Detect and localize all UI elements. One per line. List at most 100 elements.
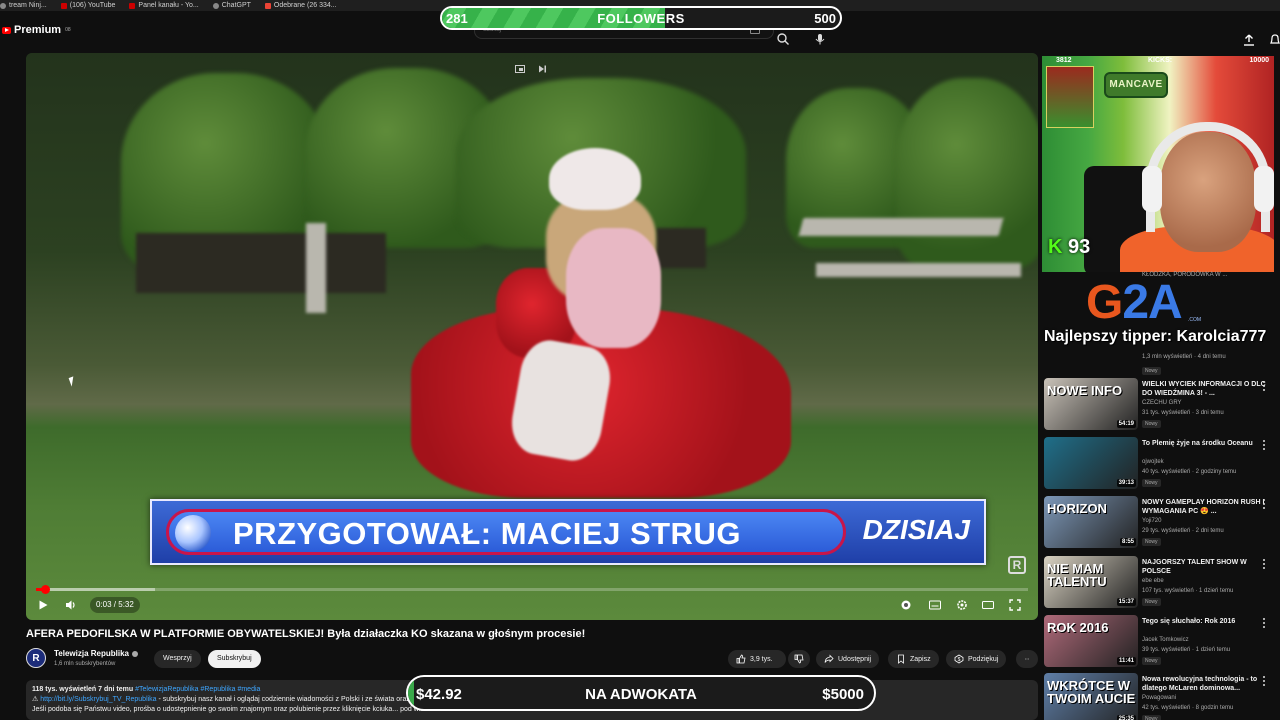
dislike-button[interactable] [788, 650, 810, 668]
channel-name[interactable]: Telewizja Republika [54, 649, 138, 658]
support-button[interactable]: Wesprzyj [154, 650, 201, 668]
recommendation-thumbnail[interactable]: 39:13 [1044, 437, 1138, 489]
settings-gear-icon[interactable] [955, 598, 969, 612]
more-actions-button[interactable] [1016, 650, 1038, 668]
recommendation-meta: 107 tys. wyświetleń · 1 dzień temu [1142, 588, 1234, 594]
scrubber-handle[interactable] [40, 585, 50, 594]
video-duration: 8:55 [1119, 538, 1136, 546]
subtitles-icon[interactable] [928, 598, 942, 612]
play-icon[interactable] [36, 598, 50, 612]
recommendation-meta: 29 tys. wyświetleń · 2 dni temu [1142, 528, 1224, 534]
time-display: 0:03 / 5:32 [90, 597, 140, 613]
upload-icon[interactable] [1242, 33, 1256, 47]
more-vertical-icon[interactable] [1262, 559, 1266, 571]
recommendation-channel[interactable]: ebe ebe [1142, 578, 1164, 584]
channel-watermark: R [1008, 556, 1026, 574]
volume-icon[interactable] [64, 598, 78, 612]
like-count: 3,9 tys. [750, 655, 773, 663]
fullscreen-icon[interactable] [1008, 598, 1022, 612]
recommendation-channel[interactable]: CZECHU GRY [1142, 400, 1182, 406]
bookmark-gmail[interactable]: Odebrane (26 334... [264, 2, 337, 9]
recommendation-item[interactable]: ROK 2016 11:41 Tego się słuchało: Rok 2016… [1044, 615, 1280, 671]
recommendation-item[interactable]: WKRÓTCE W TWOIM AUCIE 25:35 Nowa rewolucyj… [1044, 673, 1280, 720]
more-vertical-icon[interactable] [1262, 676, 1266, 688]
recommendation-thumbnail[interactable]: NIE MAM TALENTU 15:37 [1044, 556, 1138, 608]
recommendation-channel[interactable]: Powagowani [1142, 695, 1176, 701]
g2a-domain: .COM [1188, 317, 1202, 323]
hashtags[interactable]: #TelewizjaRepublika #Republika #media [135, 686, 260, 693]
recommendation-title[interactable]: NOWY GAMEPLAY HORIZON RUSH I WYMAGANIA P… [1142, 498, 1266, 516]
youtube-studio-icon [129, 2, 136, 9]
video-duration: 39:13 [1116, 479, 1136, 487]
microphone-icon[interactable] [813, 32, 827, 46]
like-button[interactable]: 3,9 tys. [728, 650, 786, 668]
lower-third-text: PRZYGOTOWAŁ: MACIEJ STRUG [233, 516, 741, 551]
recommendation-channel[interactable]: Yoji720 [1142, 518, 1161, 524]
recommendation-title[interactable]: Nowa rewolucyjna technologia - to dlateg… [1142, 675, 1266, 693]
recommendation-item[interactable]: HORIZON 8:55 NOWY GAMEPLAY HORIZON RUSH I … [1044, 496, 1280, 552]
more-vertical-icon[interactable] [1262, 618, 1266, 630]
kick-viewer-badge: K 93 [1048, 236, 1091, 258]
recommendation-thumbnail[interactable]: ROK 2016 11:41 [1044, 615, 1138, 667]
recommendation-title[interactable]: To Plemię żyje na środku Oceanu [1142, 439, 1266, 448]
autoplay-toggle-icon[interactable] [899, 598, 913, 612]
super-thanks-icon: $ [954, 654, 964, 664]
headphones [1146, 122, 1270, 232]
thumbnail-overlay-text: NOWE INFO [1047, 383, 1123, 398]
progress-bar[interactable] [36, 585, 1028, 594]
thumbs-up-icon [736, 654, 746, 664]
headphone-cup [1254, 166, 1274, 212]
child-shirt [566, 228, 661, 348]
new-badge: Nowy [1142, 479, 1161, 487]
save-button[interactable]: Zapisz [888, 650, 939, 668]
recommendation-title[interactable]: WIELKI WYCIEK INFORMACJI O DLC DO WIEDŹM… [1142, 380, 1266, 398]
youtube-premium-logo[interactable]: Premium 08 [2, 24, 71, 36]
search-icon[interactable] [776, 32, 790, 46]
recommendation-item[interactable]: NIE MAM TALENTU 15:37 NAJGORSZY TALENT SHO… [1044, 556, 1280, 612]
recommendation-item[interactable]: 39:13 To Plemię żyje na środku Oceanu ojwo… [1044, 437, 1280, 493]
next-icon[interactable] [536, 63, 548, 75]
recommendation-meta: 31 tys. wyświetleń · 3 dni temu [1142, 410, 1224, 416]
g2a-logo: G2A [1086, 276, 1183, 329]
recommendation-channel[interactable]: ojwojtek [1142, 459, 1164, 465]
recommendation-thumbnail[interactable]: HORIZON 8:55 [1044, 496, 1138, 548]
recommendation-channel[interactable]: Jacek Tomkowicz [1142, 637, 1189, 643]
more-vertical-icon[interactable] [1262, 440, 1266, 452]
theater-mode-icon[interactable] [981, 598, 995, 612]
partial-recommendation-meta: 1,3 mln wyświetleń · 4 dni temu [1142, 354, 1226, 360]
followers-target: 500 [814, 11, 836, 26]
globe-icon [175, 515, 211, 551]
recommendation-thumbnail[interactable]: WKRÓTCE W TWOIM AUCIE 25:35 [1044, 673, 1138, 720]
subscribe-link[interactable]: http://bit.ly/Subskrybuj_TV_Republika [40, 696, 156, 703]
progress-loaded [36, 588, 156, 591]
bookmark-youtube-studio[interactable]: Panel kanału - Yo... [129, 2, 199, 9]
kicks-counter: 3812 KICKS: 10000 [1056, 57, 1269, 64]
bookmark-chatgpt[interactable]: ChatGPT [212, 2, 251, 9]
more-vertical-icon[interactable] [1262, 499, 1266, 511]
share-icon [824, 654, 834, 663]
followers-goal-bar: 281 FOLLOWERS 500 [440, 6, 842, 30]
recommendation-title[interactable]: NAJGORSZY TALENT SHOW W POLSCE [1142, 558, 1266, 576]
followers-label: FOLLOWERS [597, 11, 685, 26]
poster [1046, 66, 1094, 128]
verified-icon [131, 650, 138, 657]
thanks-button[interactable]: $ Podziękuj [946, 650, 1007, 668]
bookmark-stream[interactable]: tream Ninj... [0, 2, 47, 9]
channel-avatar[interactable]: R [26, 648, 46, 668]
video-player[interactable]: PRZYGOTOWAŁ: MACIEJ STRUG DZISIAJ R 0:03… [26, 53, 1038, 620]
bell-icon[interactable] [1268, 33, 1280, 47]
recommendation-title[interactable]: Tego się słuchało: Rok 2016 [1142, 617, 1266, 626]
miniplayer-icon[interactable] [514, 63, 526, 75]
player-controls: 0:03 / 5:32 [26, 594, 1038, 616]
recommendation-thumbnail[interactable]: NOWE INFO 54:19 [1044, 378, 1138, 430]
more-vertical-icon[interactable] [1262, 381, 1266, 393]
new-badge: Nowy [1142, 538, 1161, 546]
thumbnail-overlay-text: HORIZON [1047, 501, 1107, 516]
video-duration: 25:35 [1116, 715, 1136, 720]
share-button[interactable]: Udostępnij [816, 650, 880, 668]
subscribe-button[interactable]: Subskrybuj [208, 650, 261, 668]
bookmark-youtube[interactable]: (106) YouTube [60, 2, 115, 9]
donation-target: $5000 [822, 686, 864, 703]
thumbnail-overlay-text: WKRÓTCE W TWOIM AUCIE [1047, 678, 1136, 706]
recommendation-item[interactable]: NOWE INFO 54:19 WIELKI WYCIEK INFORMACJI O… [1044, 378, 1280, 434]
